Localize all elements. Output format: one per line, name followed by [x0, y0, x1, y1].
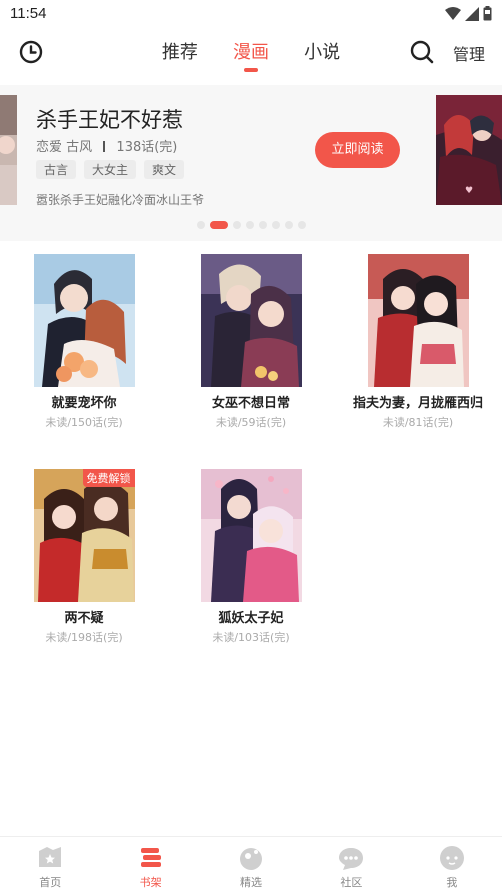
banner-tag: 古言: [36, 160, 77, 179]
tab-comics[interactable]: 漫画: [233, 38, 269, 72]
wifi-icon: [445, 6, 461, 20]
comic-status: 未读/103话(完): [212, 631, 290, 644]
nav-label: 书架: [139, 876, 162, 889]
comic-title: 就要宠坏你: [51, 396, 117, 411]
manage-button[interactable]: 管理: [453, 41, 485, 65]
tab-comics-label: 漫画: [233, 42, 269, 63]
banner-carousel[interactable]: 杀手王妃不好惹 恋爱 古风 138话(完) 古言 大女主 爽文 嚣张杀手王妃融化…: [0, 85, 502, 241]
read-now-button[interactable]: 立即阅读: [315, 132, 400, 168]
nav-label: 精选: [240, 876, 263, 889]
bookshelf-icon: [140, 848, 161, 867]
comic-title: 女巫不想日常: [211, 396, 290, 411]
nav-featured[interactable]: 精选: [201, 837, 301, 892]
carousel-dot[interactable]: [196, 221, 205, 229]
bottom-nav: 首页 书架 精选 社区 我: [0, 836, 502, 892]
comic-status: 未读/150话(完): [45, 416, 123, 429]
next-banner-cover[interactable]: ♥: [436, 95, 502, 205]
tab-recommend[interactable]: 推荐: [162, 38, 198, 64]
signal-icon: [465, 6, 479, 21]
comic-cover[interactable]: [200, 469, 302, 602]
tab-active-indicator: [244, 68, 258, 72]
comic-card[interactable]: 狐妖太子妃 未读/103话(完): [181, 469, 321, 645]
nav-profile[interactable]: 我: [402, 837, 502, 892]
banner-description: 嚣张杀手王妃融化冷面冰山王爷: [36, 193, 205, 207]
nav-home[interactable]: 首页: [0, 837, 100, 892]
svg-text:♥: ♥: [465, 186, 473, 196]
comic-cover[interactable]: 免费解锁: [33, 469, 135, 602]
carousel-dot[interactable]: [258, 221, 267, 229]
carousel-dot[interactable]: [297, 221, 306, 229]
comic-cover[interactable]: [367, 254, 469, 387]
banner-tag: 爽文: [144, 160, 185, 179]
comic-status: 未读/81话(完): [382, 416, 454, 429]
carousel-dot[interactable]: [284, 221, 293, 229]
banner-meta-separator: [103, 141, 106, 152]
banner-tag: 大女主: [84, 160, 137, 179]
comic-title: 狐妖太子妃: [218, 611, 284, 626]
nav-community[interactable]: 社区: [301, 837, 401, 892]
comic-card[interactable]: 女巫不想日常 未读/59话(完): [181, 254, 321, 430]
search-icon[interactable]: [409, 39, 435, 65]
nav-bookshelf[interactable]: 书架: [100, 837, 200, 892]
carousel-dot[interactable]: [245, 221, 254, 229]
comic-card[interactable]: 免费解锁 两不疑 未读/198话(完): [14, 469, 154, 645]
comic-status: 未读/198话(完): [45, 631, 123, 644]
profile-icon: [439, 846, 464, 870]
comic-card[interactable]: 就要宠坏你 未读/150话(完): [14, 254, 154, 430]
top-header: 推荐 漫画 小说 管理: [0, 28, 502, 76]
banner-tags: 古言 大女主 爽文: [36, 160, 185, 179]
prev-banner-cover[interactable]: [0, 95, 17, 205]
carousel-dot[interactable]: [232, 221, 241, 229]
comic-cover[interactable]: [200, 254, 302, 387]
free-unlock-badge: 免费解锁: [82, 469, 135, 487]
comic-title: 指夫为妻，月拢雁西归: [352, 396, 483, 411]
battery-icon: [483, 6, 492, 21]
comic-title: 两不疑: [64, 611, 104, 626]
carousel-dots: [0, 221, 502, 229]
community-icon: [339, 848, 364, 870]
status-bar: 11:54: [0, 0, 502, 28]
comic-card[interactable]: 指夫为妻，月拢雁西归 未读/81话(完): [348, 254, 488, 430]
nav-label: 首页: [39, 876, 62, 889]
banner-genres: 恋爱 古风: [36, 140, 93, 155]
nav-label: 社区: [340, 876, 363, 889]
banner-title[interactable]: 杀手王妃不好惹: [36, 104, 183, 134]
comic-cover[interactable]: [33, 254, 135, 387]
tab-novels[interactable]: 小说: [304, 38, 340, 64]
nav-label: 我: [446, 876, 458, 889]
status-icons: [445, 6, 492, 21]
carousel-dot[interactable]: [209, 221, 228, 229]
comic-status: 未读/59话(完): [215, 416, 287, 429]
banner-meta: 恋爱 古风 138话(完): [36, 136, 177, 155]
carousel-dot[interactable]: [271, 221, 280, 229]
featured-icon: [240, 848, 263, 870]
banner-chapters: 138话(完): [116, 140, 178, 155]
status-time: 11:54: [10, 5, 47, 22]
home-icon: [39, 847, 62, 867]
